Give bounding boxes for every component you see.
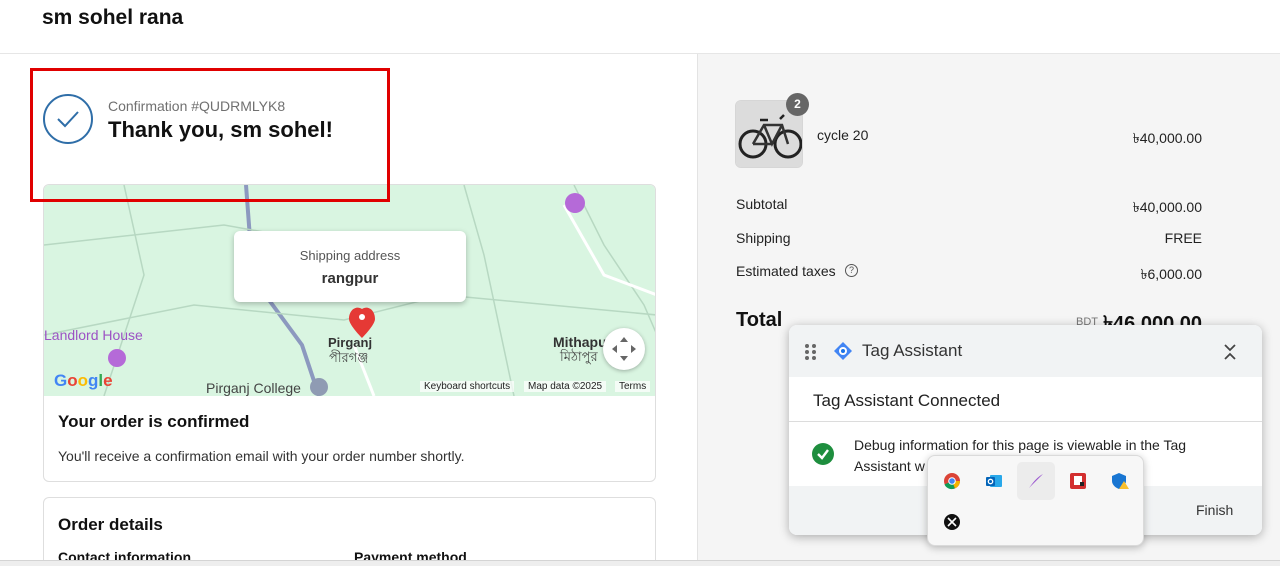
window-bottom-edge <box>0 560 1280 566</box>
taxes-label: Estimated taxes <box>736 263 836 279</box>
store-header: sm sohel rana <box>0 0 1280 54</box>
map-label-pirganj: Pirganj <box>328 335 373 350</box>
map-keyboard-shortcuts[interactable]: Keyboard shortcuts <box>420 381 515 392</box>
subtotal-label: Subtotal <box>736 196 788 212</box>
map-label-mithapur-bn: মিঠাপুর <box>560 349 598 364</box>
subtotal-value: ৳40,000.00 <box>1132 199 1202 215</box>
chrome-icon[interactable] <box>933 462 971 500</box>
order-confirmed-card: Shipping address rangpur Landlord House … <box>43 184 656 482</box>
tag-assistant-header <box>789 325 1262 377</box>
map-label-pirganj-bn: পীরগঞ্জ <box>329 350 369 365</box>
map-label-pirganj-college[interactable]: Pirganj College <box>206 380 301 396</box>
success-check-icon <box>812 443 834 465</box>
map-label-landlord-house[interactable]: Landlord House <box>44 327 143 343</box>
total-label: Total <box>736 309 783 331</box>
shipping-value: FREE <box>1164 230 1202 246</box>
fullscreen-icon <box>612 337 636 361</box>
store-name[interactable]: sm sohel rana <box>42 6 183 30</box>
google-logo: Google <box>54 371 113 390</box>
quantity-badge: 2 <box>786 93 809 116</box>
taxes-help-icon[interactable]: ? <box>845 264 858 277</box>
finish-button[interactable]: Finish <box>1196 502 1233 518</box>
map-terms-link[interactable]: Terms <box>615 381 651 392</box>
system-tray-overflow <box>927 455 1144 546</box>
order-details-card: Order details Contact information Paymen… <box>43 497 656 566</box>
collapse-icon[interactable] <box>1221 341 1239 363</box>
tag-assistant-status: Tag Assistant Connected <box>813 391 1001 410</box>
taxes-value: ৳6,000.00 <box>1140 266 1202 282</box>
shipping-address-popup: Shipping address rangpur <box>234 231 466 302</box>
red-app-icon[interactable] <box>1059 462 1097 500</box>
map-fullscreen-button[interactable] <box>603 328 645 370</box>
xbox-icon[interactable] <box>933 503 971 541</box>
shipping-address-value: rangpur <box>321 270 379 287</box>
order-confirmed-text: You'll receive a confirmation email with… <box>58 448 465 464</box>
thank-you-heading: Thank you, sm sohel! <box>108 117 333 142</box>
item-price: ৳40,000.00 <box>1132 130 1202 146</box>
divider <box>789 421 1262 422</box>
drag-handle-icon[interactable] <box>804 343 818 361</box>
map-data-credit: Map data ©2025 <box>524 381 607 392</box>
outlook-icon[interactable] <box>975 462 1013 500</box>
order-details-title: Order details <box>58 515 163 534</box>
order-confirmed-title: Your order is confirmed <box>58 412 250 431</box>
confirmation-check-icon <box>43 94 93 144</box>
shield-warning-icon[interactable] <box>1101 462 1139 500</box>
item-name: cycle 20 <box>817 127 869 143</box>
shipping-map[interactable]: Shipping address rangpur Landlord House … <box>44 185 655 396</box>
tag-assistant-logo-icon <box>834 342 852 360</box>
shipping-address-label: Shipping address <box>299 248 401 263</box>
feather-pen-icon[interactable] <box>1017 462 1055 500</box>
confirmation-number: Confirmation #QUDRMLYK8 <box>108 98 286 114</box>
shipping-label: Shipping <box>736 230 791 246</box>
tag-assistant-title: Tag Assistant <box>862 341 963 360</box>
